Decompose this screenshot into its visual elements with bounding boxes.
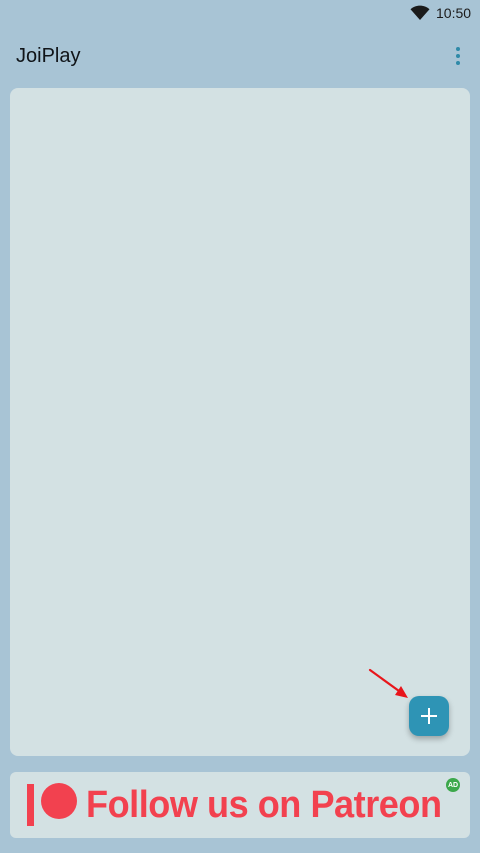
status-time: 10:50 xyxy=(436,5,472,21)
add-game-button[interactable] xyxy=(409,696,449,736)
ad-badge: AD xyxy=(446,778,460,792)
app-title: JoiPlay xyxy=(16,45,81,67)
menu-dot xyxy=(456,47,460,51)
menu-dot xyxy=(456,54,460,58)
app-bar: JoiPlay xyxy=(0,26,480,88)
more-vert-icon[interactable] xyxy=(446,44,470,68)
ad-banner[interactable]: Follow us on Patreon AD xyxy=(10,772,470,838)
menu-dot xyxy=(456,61,460,65)
status-bar: 10:50 xyxy=(0,0,480,26)
pointer-arrow-icon xyxy=(368,668,408,698)
ad-text: Follow us on Patreon xyxy=(86,784,442,826)
wifi-icon xyxy=(410,5,430,20)
patreon-logo-icon xyxy=(27,783,77,826)
game-list-area xyxy=(10,88,470,756)
plus-icon xyxy=(421,708,437,724)
